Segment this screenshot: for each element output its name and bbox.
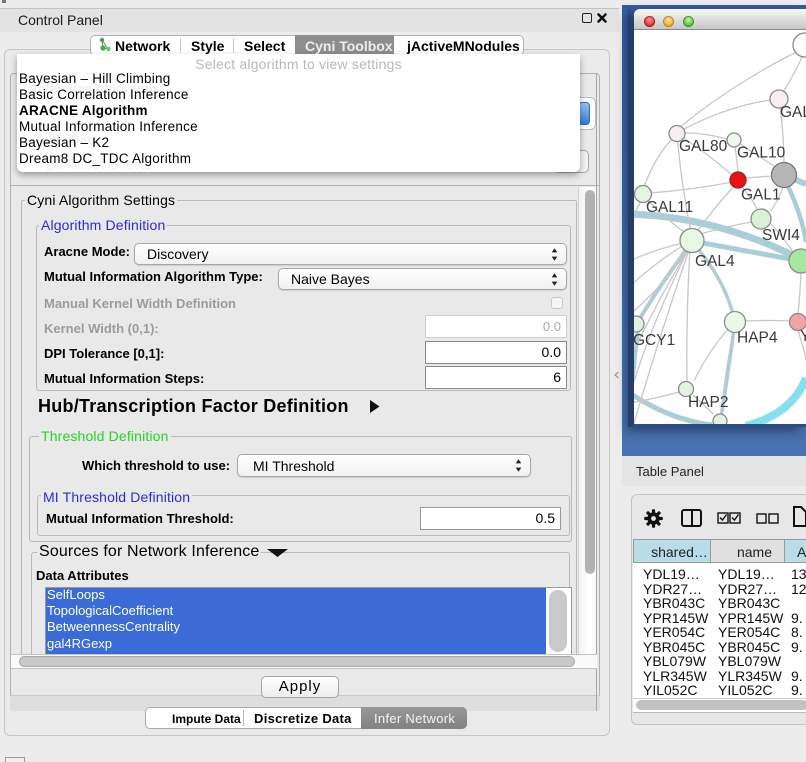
- svg-text:GAL2: GAL2: [780, 104, 806, 121]
- svg-text:GAL4: GAL4: [695, 253, 735, 270]
- svg-text:GCY1: GCY1: [634, 332, 675, 349]
- svg-text:GAL80: GAL80: [679, 138, 728, 155]
- svg-text:Y: Y: [800, 328, 806, 345]
- svg-text:GAL1: GAL1: [741, 187, 781, 204]
- svg-text:GAL10: GAL10: [737, 145, 786, 162]
- svg-text:GAL11: GAL11: [646, 199, 693, 216]
- svg-text:HAP2: HAP2: [688, 394, 729, 411]
- svg-text:SWI4: SWI4: [762, 227, 800, 244]
- svg-text:HAP4: HAP4: [737, 330, 778, 347]
